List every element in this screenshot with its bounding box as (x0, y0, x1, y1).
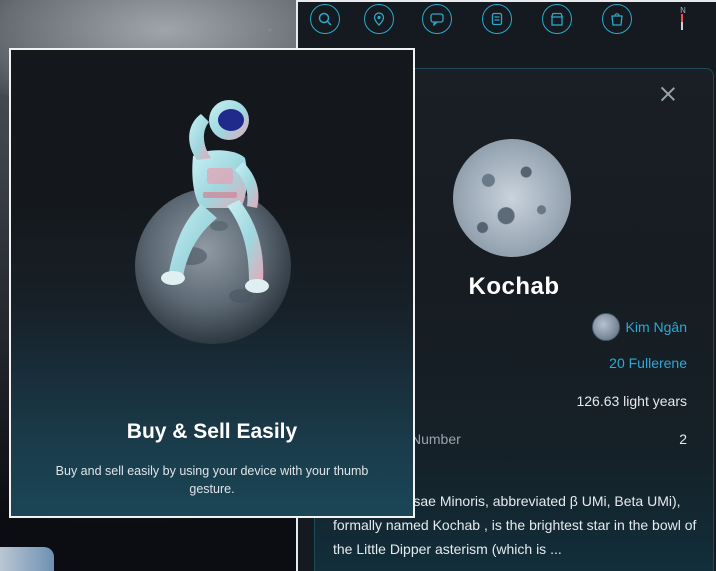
search-icon (318, 12, 332, 26)
star-distance: 126.63 light years (576, 393, 687, 409)
store-button[interactable] (542, 4, 572, 34)
astronaut-on-moon-illustration (135, 100, 291, 344)
store-icon (550, 12, 564, 26)
star-price: 20 Fullerene (609, 355, 687, 371)
satellite-graphic (0, 547, 54, 571)
compass-indicator[interactable]: N (668, 6, 696, 34)
document-icon (491, 12, 503, 26)
number-value: 2 (679, 431, 687, 447)
owner-avatar (591, 313, 620, 341)
location-button[interactable] (364, 4, 394, 34)
location-icon (373, 12, 385, 26)
app-stage: N Kochab Kim Ngân 20 Fullerene 126.63 li… (0, 0, 716, 571)
star-image (453, 139, 571, 257)
onboarding-description: Buy and sell easily by using your device… (55, 464, 369, 496)
owner-name[interactable]: Kim Ngân (626, 319, 687, 335)
chat-icon (430, 13, 444, 26)
top-toolbar: N (298, 2, 716, 38)
search-button[interactable] (310, 4, 340, 34)
shop-button[interactable] (602, 4, 632, 34)
close-button[interactable] (659, 85, 677, 103)
onboarding-title: Buy & Sell Easily (126, 420, 298, 443)
shop-icon (611, 13, 623, 26)
chat-button[interactable] (422, 4, 452, 34)
number-label: Number (411, 431, 461, 447)
compass-needle-icon (681, 14, 683, 30)
owner-row[interactable]: Kim Ngân (591, 313, 687, 341)
document-button[interactable] (482, 4, 512, 34)
onboarding-modal[interactable]: Buy & Sell Easily Buy and sell easily by… (9, 48, 415, 518)
